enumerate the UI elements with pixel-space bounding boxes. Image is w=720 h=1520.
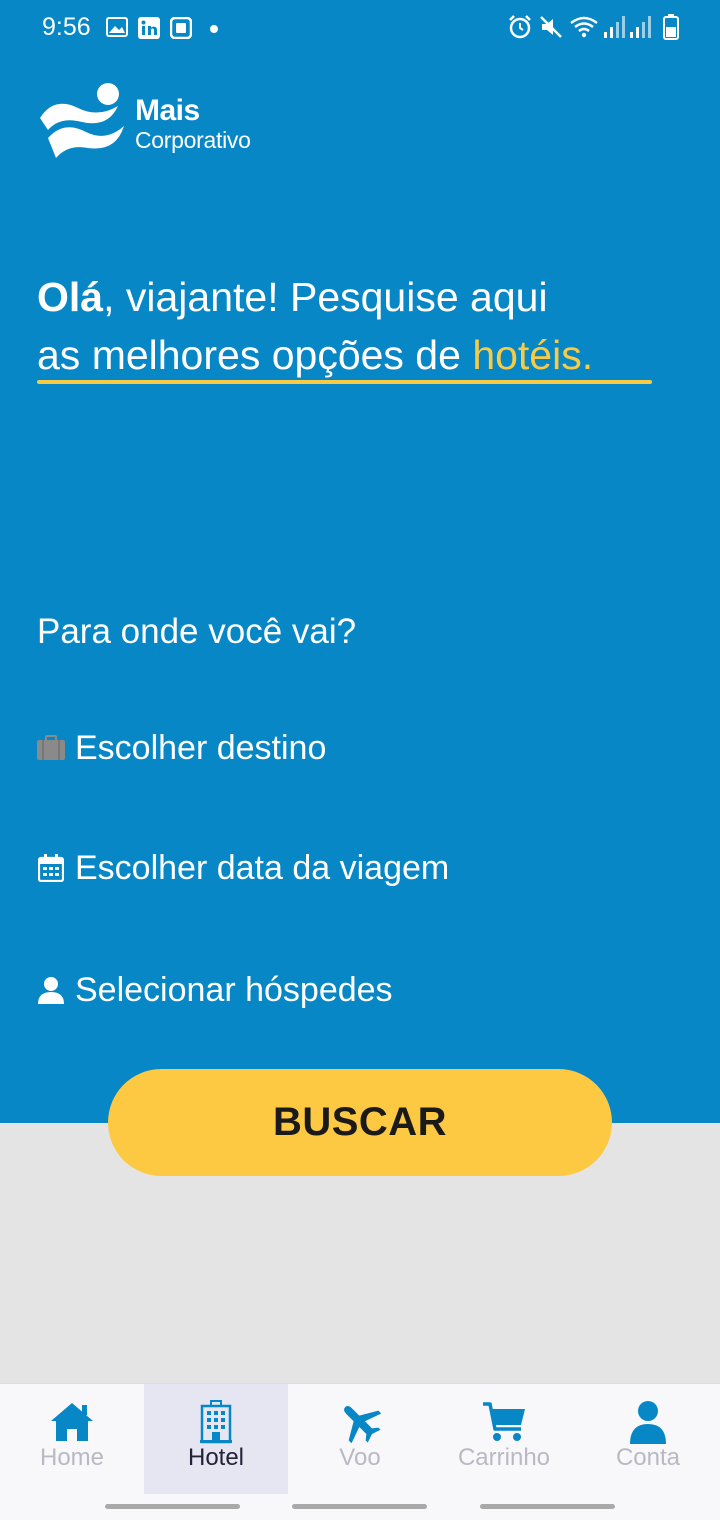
gesture-handle: [292, 1504, 427, 1509]
nav-label-conta: Conta: [615, 1444, 681, 1471]
cart-icon: [480, 1398, 528, 1446]
status-bar: 9:56: [0, 0, 720, 56]
linkedin-icon: [138, 17, 160, 39]
signal-icon: [630, 16, 651, 38]
headline-greeting: Olá: [37, 274, 104, 320]
airplane-icon: [336, 1398, 384, 1446]
date-field[interactable]: Escolher data da viagem: [36, 843, 449, 893]
brand-logo: Mais Corporativo: [38, 80, 268, 160]
page-headline: Olá, viajante! Pesquise aqui as melhores…: [37, 268, 677, 384]
bottom-nav: Home Hotel Voo Carrinho Conta: [0, 1383, 720, 1494]
suitcase-icon: [36, 733, 66, 763]
download-icon: [170, 17, 192, 39]
search-button[interactable]: BUSCAR: [108, 1069, 612, 1176]
gesture-handle: [105, 1504, 240, 1509]
brand-name-line1: Mais: [135, 94, 200, 127]
dot-icon: [210, 25, 218, 33]
calendar-icon: [36, 853, 66, 883]
hotel-icon: [192, 1398, 240, 1446]
person-icon: [36, 975, 66, 1005]
battery-icon: [663, 14, 679, 40]
destination-field[interactable]: Escolher destino: [36, 723, 326, 773]
date-label: Escolher data da viagem: [75, 848, 450, 887]
nav-item-carrinho[interactable]: Carrinho: [432, 1384, 576, 1494]
signal-icon: [604, 16, 625, 38]
gesture-bar: [0, 1494, 720, 1520]
nav-item-hotel[interactable]: Hotel: [144, 1384, 288, 1494]
nav-label-home: Home: [39, 1444, 105, 1471]
user-icon: [624, 1398, 672, 1446]
brand-name-line2: Corporativo: [135, 127, 251, 153]
nav-item-voo[interactable]: Voo: [288, 1384, 432, 1494]
headline-line1: Olá, viajante! Pesquise aqui: [37, 268, 677, 326]
wifi-icon: [570, 16, 598, 38]
nav-label-hotel: Hotel: [187, 1444, 245, 1471]
status-time: 9:56: [42, 13, 91, 41]
headline-text-2: as melhores opções de: [37, 332, 473, 378]
guests-field[interactable]: Selecionar hóspedes: [36, 965, 393, 1015]
guests-label: Selecionar hóspedes: [75, 970, 393, 1009]
hero-panel: 9:56 Mais Corporativo Olá, viajante! Pes…: [0, 0, 720, 1123]
headline-text-1: , viajante! Pesquise aqui: [103, 274, 548, 320]
nav-item-home[interactable]: Home: [0, 1384, 144, 1494]
search-question: Para onde você vai?: [37, 612, 357, 651]
gesture-handle: [480, 1504, 615, 1509]
headline-highlight: hotéis.: [472, 332, 594, 378]
destination-label: Escolher destino: [75, 728, 327, 767]
headline-line2: as melhores opções de hotéis.: [37, 326, 677, 384]
nav-item-conta[interactable]: Conta: [576, 1384, 720, 1494]
headline-underline: [37, 380, 652, 384]
brand-mark-icon: [40, 83, 124, 158]
mute-icon: [540, 16, 562, 38]
nav-label-voo: Voo: [339, 1444, 381, 1471]
nav-label-carrinho: Carrinho: [457, 1444, 551, 1471]
home-icon: [48, 1398, 96, 1446]
image-icon: [106, 17, 128, 37]
alarm-icon: [509, 15, 531, 39]
